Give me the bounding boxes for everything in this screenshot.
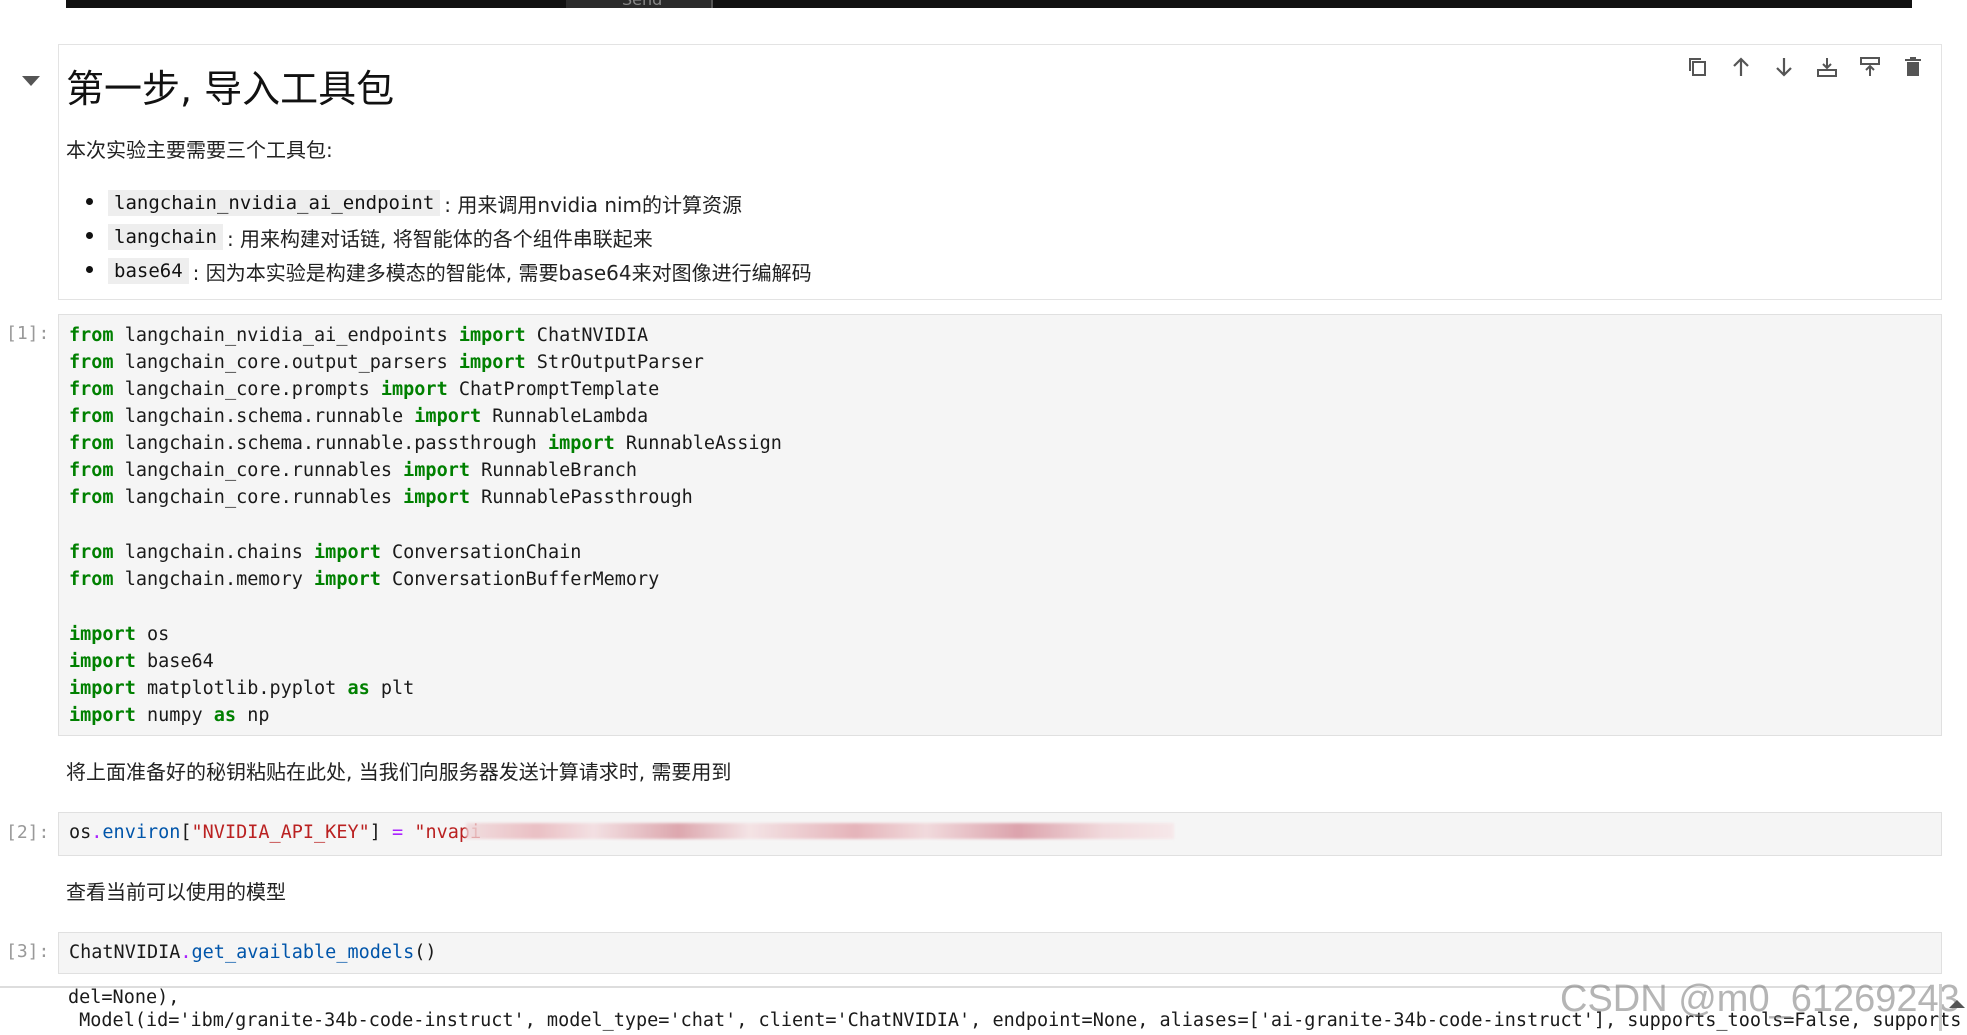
code-line: from langchain.schema.runnable import Ru… bbox=[69, 406, 649, 427]
delete-icon[interactable] bbox=[1898, 52, 1928, 82]
code-line: from langchain_core.output_parsers impor… bbox=[69, 352, 704, 373]
code-line: os.environ["NVIDIA_API_KEY"] = "nvapi bbox=[69, 822, 482, 843]
bullet-item: langchain : 用来构建对话链, 将智能体的各个组件串联起来 bbox=[108, 222, 653, 252]
section-heading: 第一步, 导入工具包 bbox=[66, 67, 395, 111]
code-line: import numpy as np bbox=[69, 705, 270, 726]
top-toolbar-strip: Send bbox=[66, 0, 1912, 9]
bullet-dot bbox=[86, 266, 93, 273]
execution-count-prompt: [1]: bbox=[6, 323, 50, 344]
code-line: from langchain.chains import Conversatio… bbox=[69, 542, 582, 563]
duplicate-icon[interactable] bbox=[1683, 52, 1713, 82]
bullet-text: : 因为本实验是构建多模态的智能体, 需要base64来对图像进行编解码 bbox=[192, 260, 812, 285]
code-line: import os bbox=[69, 624, 170, 645]
move-up-icon[interactable] bbox=[1726, 52, 1756, 82]
inline-code: langchain bbox=[108, 224, 223, 250]
code-line: import base64 bbox=[69, 651, 214, 672]
bullet-item: langchain_nvidia_ai_endpoint : 用来调用nvidi… bbox=[108, 188, 742, 218]
execution-count-prompt: [3]: bbox=[6, 941, 50, 962]
code-line: from langchain_core.runnables import Run… bbox=[69, 487, 693, 508]
code-line: from langchain.schema.runnable.passthrou… bbox=[69, 433, 782, 454]
markdown-text: 将上面准备好的秘钥粘贴在此处, 当我们向服务器发送计算请求时, 需要用到 bbox=[66, 760, 732, 784]
move-down-icon[interactable] bbox=[1769, 52, 1799, 82]
inline-code: base64 bbox=[108, 258, 189, 284]
send-label: Send bbox=[622, 0, 662, 9]
code-line: from langchain_nvidia_ai_endpoints impor… bbox=[69, 325, 649, 346]
code-cell[interactable]: ChatNVIDIA.get_available_models() bbox=[58, 932, 1942, 974]
code-line: import matplotlib.pyplot as plt bbox=[69, 678, 415, 699]
output-text: del=None), bbox=[68, 987, 180, 1008]
watermark: CSDN @m0_61269243 bbox=[1560, 978, 1960, 1020]
inline-code: langchain_nvidia_ai_endpoint bbox=[108, 190, 441, 216]
bullet-item: base64 : 因为本实验是构建多模态的智能体, 需要base64来对图像进行… bbox=[108, 256, 812, 286]
code-line: from langchain_core.prompts import ChatP… bbox=[69, 379, 660, 400]
intro-text: 本次实验主要需要三个工具包: bbox=[66, 138, 333, 162]
insert-below-icon[interactable] bbox=[1812, 52, 1842, 82]
code-line: ChatNVIDIA.get_available_models() bbox=[69, 942, 437, 963]
markdown-text: 查看当前可以使用的模型 bbox=[66, 880, 286, 904]
send-button[interactable]: Send bbox=[566, 0, 713, 9]
bullet-text: : 用来构建对话链, 将智能体的各个组件串联起来 bbox=[226, 226, 653, 251]
insert-above-icon[interactable] bbox=[1855, 52, 1885, 82]
redacted-api-key bbox=[466, 823, 1174, 839]
code-line: from langchain_core.runnables import Run… bbox=[69, 460, 638, 481]
collapse-heading-icon[interactable] bbox=[22, 76, 40, 86]
scrollbar[interactable] bbox=[1939, 984, 1967, 1031]
bullet-text: : 用来调用nvidia nim的计算资源 bbox=[444, 192, 743, 217]
execution-count-prompt: [2]: bbox=[6, 822, 50, 843]
code-cell[interactable]: from langchain_nvidia_ai_endpoints impor… bbox=[58, 314, 1942, 736]
bullet-dot bbox=[86, 198, 93, 205]
bullet-dot bbox=[86, 232, 93, 239]
code-line: from langchain.memory import Conversatio… bbox=[69, 569, 660, 590]
